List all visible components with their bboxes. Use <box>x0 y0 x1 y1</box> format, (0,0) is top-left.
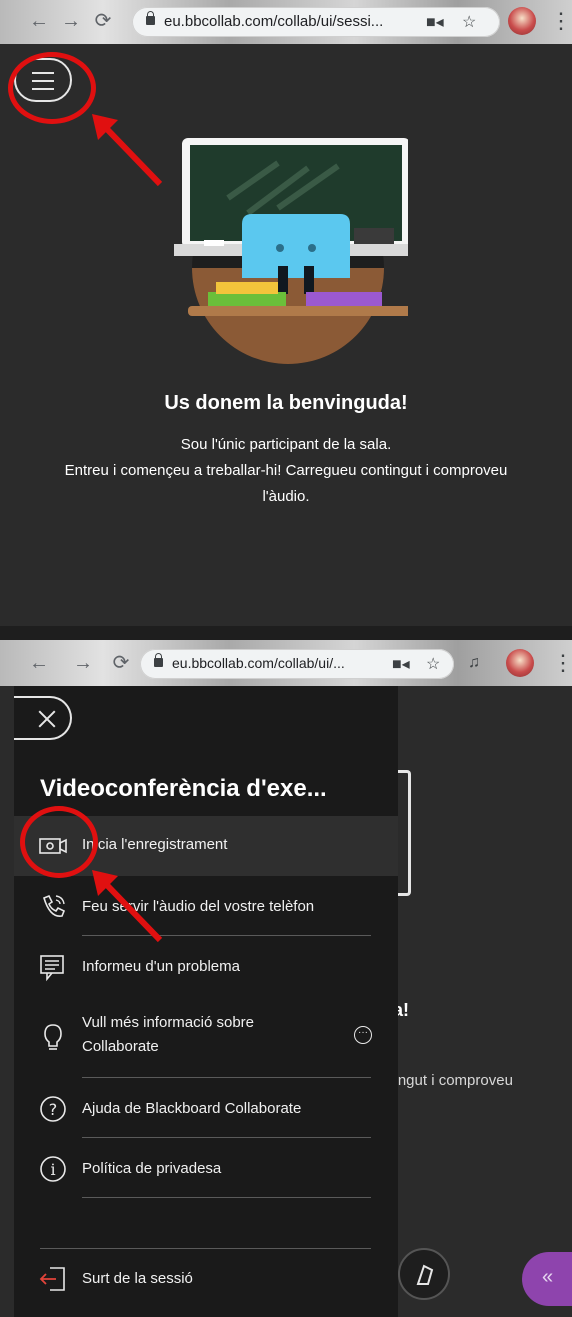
browser-toolbar: ← → ⟳ eu.bbcollab.com/collab/ui/sessi...… <box>0 0 572 44</box>
bottom-toolbar-peek <box>0 626 572 640</box>
menu-item-label: Política de privadesa <box>82 1160 222 1177</box>
menu-item-privacy[interactable]: i Política de privadesa <box>14 1140 398 1198</box>
menu-item-phone-audio[interactable]: Feu servir l'àudio del vostre telèfon <box>14 878 398 936</box>
kebab-menu-icon[interactable]: ⋮ <box>550 8 572 34</box>
logout-icon <box>39 1267 65 1291</box>
menu-item-more-info[interactable]: Vull més informació sobre Collaborate ··… <box>14 998 398 1078</box>
divider <box>40 1248 371 1249</box>
menu-item-label: Informeu d'un problema <box>82 958 240 975</box>
lock-icon <box>146 11 155 25</box>
collapse-panel-button[interactable]: « <box>522 1252 572 1306</box>
menu-item-report-problem[interactable]: Informeu d'un problema <box>14 938 398 996</box>
kebab-menu-icon[interactable]: ⋮ <box>552 650 572 676</box>
welcome-text-line-2: Entreu i començeu a treballar-hi! Carreg… <box>64 462 508 479</box>
logout-label: Surt de la sessió <box>82 1270 193 1287</box>
welcome-text-line-3: l'àudio. <box>262 488 310 505</box>
help-icon: ? <box>40 1096 66 1122</box>
double-chevron-left-icon: « <box>542 1266 554 1288</box>
browser-toolbar: ← → ⟳ eu.bbcollab.com/collab/ui/... ■◂ ☆… <box>0 640 572 686</box>
svg-text:i: i <box>50 1160 55 1179</box>
divider <box>82 1197 371 1198</box>
hand-raise-button[interactable] <box>398 1248 450 1300</box>
star-icon[interactable]: ☆ <box>462 12 476 32</box>
address-bar[interactable]: eu.bbcollab.com/collab/ui/sessi... ■◂ ☆ <box>132 7 500 37</box>
info-icon: i <box>40 1156 66 1182</box>
divider <box>82 1077 371 1078</box>
video-camera-icon[interactable]: ■◂ <box>426 12 444 32</box>
url-text: eu.bbcollab.com/collab/ui/sessi... <box>164 13 384 30</box>
url-text: eu.bbcollab.com/collab/ui/... <box>172 655 345 671</box>
divider <box>82 1137 371 1138</box>
forward-arrow-icon[interactable]: → <box>60 10 82 32</box>
logout-button[interactable]: Surt de la sessió <box>14 1252 398 1306</box>
back-arrow-icon[interactable]: ← <box>28 652 50 674</box>
star-icon[interactable]: ☆ <box>426 654 440 674</box>
menu-item-label: Inicia l'enregistrament <box>82 836 228 853</box>
welcome-screenshot: ← → ⟳ eu.bbcollab.com/collab/ui/sessi...… <box>0 0 572 640</box>
menu-screenshot: ← → ⟳ eu.bbcollab.com/collab/ui/... ■◂ ☆… <box>0 640 572 1317</box>
report-problem-icon <box>40 955 64 982</box>
menu-item-label-line-2: Collaborate <box>82 1038 159 1055</box>
menu-item-help[interactable]: ? Ajuda de Blackboard Collaborate <box>14 1080 398 1138</box>
annotation-arrow <box>92 870 163 943</box>
avatar[interactable] <box>508 7 536 35</box>
more-options-icon[interactable]: ··· <box>354 1026 372 1044</box>
reload-icon[interactable]: ⟳ <box>110 652 132 674</box>
extension-icon[interactable]: ♫ <box>468 654 480 672</box>
annotation-arrow <box>92 114 163 187</box>
close-menu-button[interactable] <box>14 696 72 740</box>
background-text-fragment-2: ntingut i comproveu <box>382 1072 513 1089</box>
forward-arrow-icon[interactable]: → <box>72 652 94 674</box>
address-bar[interactable]: eu.bbcollab.com/collab/ui/... ■◂ ☆ <box>140 649 454 679</box>
annotation-circle <box>20 806 98 878</box>
annotation-circle <box>8 52 96 124</box>
video-camera-icon[interactable]: ■◂ <box>392 654 410 674</box>
menu-item-label: Ajuda de Blackboard Collaborate <box>82 1100 302 1117</box>
classroom-illustration <box>174 138 408 364</box>
welcome-text-line-1: Sou l'únic participant de la sala. <box>180 436 392 453</box>
reload-icon[interactable]: ⟳ <box>92 10 114 32</box>
background-board-edge <box>396 770 411 896</box>
back-arrow-icon[interactable]: ← <box>28 10 50 32</box>
phone-icon <box>43 894 66 917</box>
avatar[interactable] <box>506 649 534 677</box>
menu-item-label: Vull més informació sobre <box>82 1014 255 1031</box>
welcome-title: Us donem la benvinguda! <box>164 392 408 414</box>
lock-icon <box>154 653 163 667</box>
lightbulb-icon <box>44 1024 62 1050</box>
session-title: Videoconferència d'exe... <box>40 775 327 802</box>
svg-text:?: ? <box>49 1100 58 1119</box>
hand-raise-icon <box>416 1264 434 1285</box>
